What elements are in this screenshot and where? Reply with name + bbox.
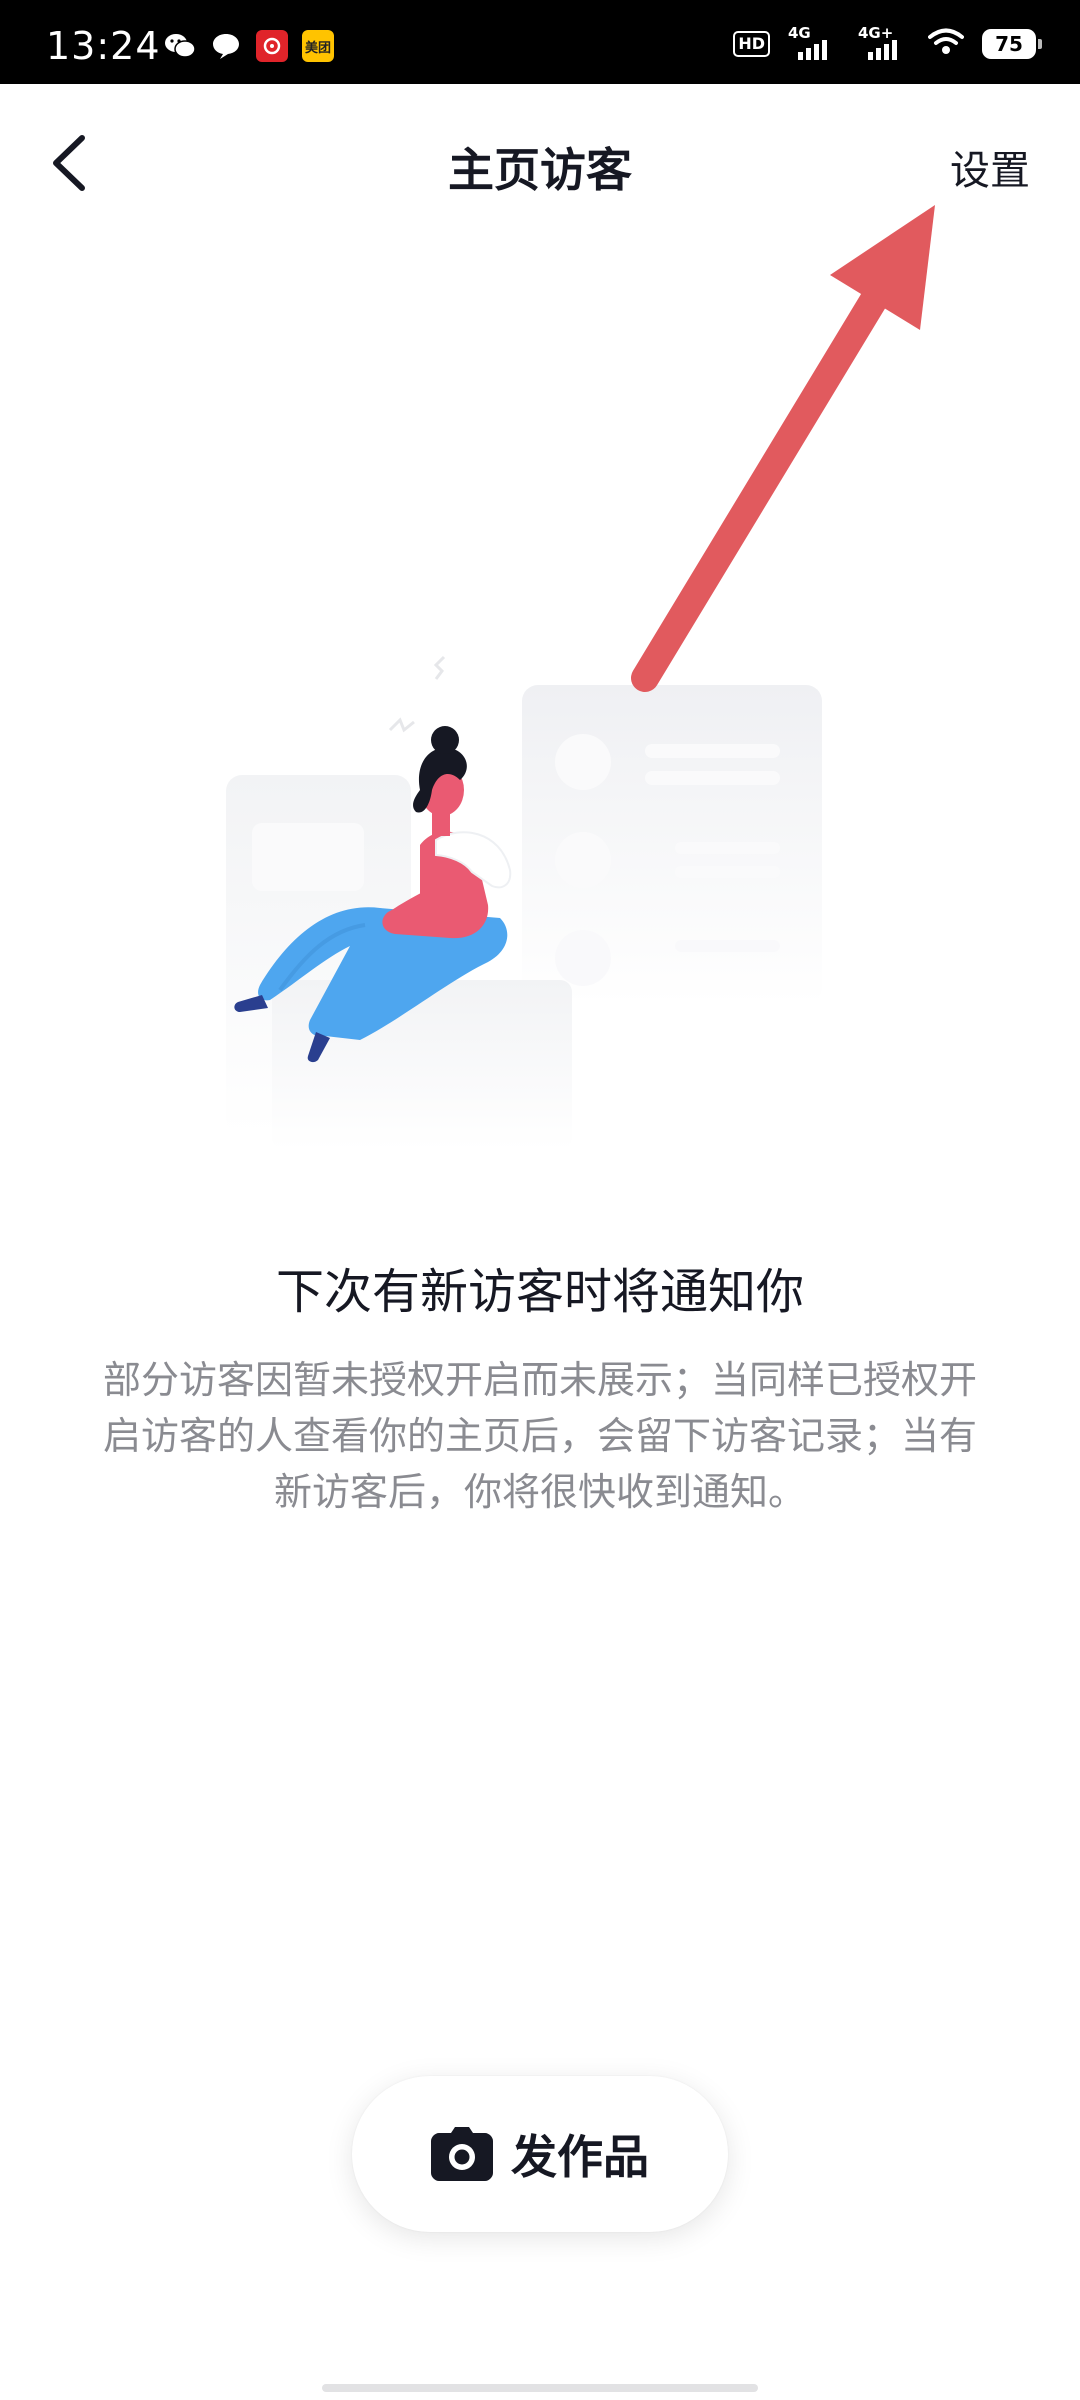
screen: 13:24 美团 HD 4G 4G+ 75 主页访客 设置 下次有新访客时将通知… — [0, 0, 1080, 2400]
annotation-arrow — [631, 205, 935, 692]
signal-icon: 4G — [788, 24, 840, 62]
message-bubble-icon — [210, 30, 242, 62]
top-nav: 主页访客 设置 — [0, 84, 1080, 244]
netease-music-icon — [256, 30, 288, 62]
battery-indicator: 75 — [982, 29, 1042, 59]
status-time: 13:24 — [46, 24, 161, 68]
system-indicators: HD 4G 4G+ 75 — [733, 24, 1042, 62]
wifi-icon — [928, 28, 964, 60]
notification-icons: 美团 — [164, 30, 334, 62]
meituan-icon: 美团 — [302, 30, 334, 62]
empty-state-title: 下次有新访客时将通知你 — [275, 1264, 804, 1320]
signal-icon-2: 4G+ — [858, 24, 910, 62]
settings-button[interactable]: 设置 — [950, 138, 1030, 196]
page-title: 主页访客 — [448, 143, 632, 197]
empty-state-description: 部分访客因暂未授权开启而未展示；当同样已授权开启访客的人查看你的主页后，会留下访… — [102, 1358, 977, 1514]
home-indicator[interactable] — [322, 2384, 758, 2392]
publish-label: 发作品 — [511, 2130, 649, 2184]
status-bar: 13:24 美团 HD 4G 4G+ 75 — [0, 0, 1080, 84]
wechat-icon — [164, 30, 196, 62]
publish-work-button[interactable]: 发作品 — [352, 2076, 728, 2232]
empty-state-illustration — [210, 640, 860, 1160]
hd-badge: HD — [733, 31, 770, 57]
camera-icon — [431, 2127, 493, 2181]
